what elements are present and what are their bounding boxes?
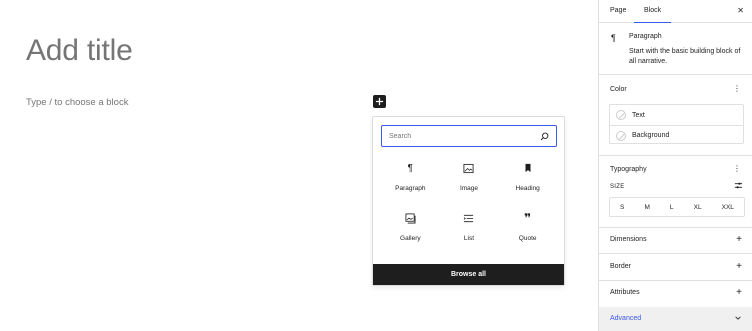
plus-icon[interactable]: + (736, 235, 742, 245)
divider (599, 74, 752, 75)
plus-icon[interactable]: + (736, 288, 742, 298)
sidebar-tabs: Page Block ✕ (599, 0, 752, 23)
panel-title: Dimensions (610, 236, 647, 243)
block-card-title: Paragraph (629, 33, 662, 40)
empty-swatch-icon (616, 130, 626, 141)
gallery-icon (404, 212, 416, 224)
size-option-m[interactable]: M (644, 204, 649, 211)
empty-swatch-icon (616, 110, 626, 120)
block-label: Image (459, 185, 479, 192)
close-icon[interactable]: ✕ (737, 6, 744, 15)
block-item-image[interactable]: Image (440, 162, 499, 196)
divider (599, 253, 752, 254)
divider (599, 155, 752, 156)
tab-page[interactable]: Page (610, 7, 626, 14)
image-icon (463, 162, 475, 174)
color-text-option[interactable]: Text (610, 105, 743, 125)
bookmark-icon (522, 162, 534, 174)
paragraph-icon: ¶ (611, 33, 616, 43)
block-item-paragraph[interactable]: ¶ Paragraph (381, 162, 440, 196)
block-inserter-toggle[interactable] (373, 95, 386, 108)
size-option-xxl[interactable]: XXL (722, 204, 734, 211)
browse-all-button[interactable]: Browse all (373, 264, 564, 285)
search-icon (540, 132, 549, 141)
more-options-icon[interactable]: ⋮ (733, 165, 741, 173)
panel-title: Border (610, 263, 632, 270)
block-label: Gallery (400, 235, 421, 242)
block-item-heading[interactable]: Heading (498, 162, 557, 196)
panel-title: Attributes (610, 289, 640, 296)
font-size-picker: S M L XL XXL (609, 197, 745, 217)
search-input[interactable] (389, 126, 540, 146)
plus-icon[interactable]: + (736, 262, 742, 272)
custom-size-icon[interactable] (734, 181, 743, 192)
block-item-list[interactable]: List (440, 212, 499, 246)
block-label: List (463, 235, 475, 242)
list-icon (463, 212, 475, 224)
paragraph-icon: ¶ (407, 162, 414, 174)
panel-advanced[interactable]: Advanced (599, 307, 752, 331)
font-size-label: SIZE (610, 184, 625, 190)
block-inserter-popover: ¶ Paragraph Image Heading Gallery (372, 116, 565, 286)
size-option-xl[interactable]: XL (694, 204, 702, 211)
paragraph-placeholder[interactable]: Type / to choose a block (26, 97, 128, 108)
settings-sidebar: Page Block ✕ ¶ Paragraph Start with the … (598, 0, 752, 331)
quote-icon: ❞ (524, 211, 532, 225)
color-option-label: Background (632, 132, 670, 139)
post-title-placeholder[interactable]: Add title (26, 34, 133, 68)
size-option-l[interactable]: L (670, 204, 674, 211)
panel-title: Advanced (610, 315, 642, 322)
block-card-description: Start with the basic building block of a… (629, 48, 741, 65)
block-item-quote[interactable]: ❞ Quote (498, 211, 557, 246)
typography-panel-title: Typography (610, 166, 647, 173)
block-grid: ¶ Paragraph Image Heading Gallery List ❞… (381, 162, 557, 246)
tab-block[interactable]: Block (644, 7, 661, 14)
color-panel-title: Color (610, 86, 627, 93)
editor-canvas: Add title Type / to choose a block ¶ Par… (0, 0, 598, 331)
divider (599, 227, 752, 228)
block-item-gallery[interactable]: Gallery (381, 212, 440, 246)
block-label: Quote (518, 235, 537, 242)
more-options-icon[interactable]: ⋮ (733, 85, 741, 93)
active-tab-indicator (634, 21, 671, 23)
color-option-label: Text (632, 111, 645, 119)
color-background-option[interactable]: Background (610, 125, 743, 145)
block-label: Paragraph (395, 185, 426, 192)
size-option-s[interactable]: S (620, 204, 624, 211)
block-label: Heading (515, 185, 540, 192)
color-options: Text Background (609, 104, 744, 144)
inserter-search[interactable] (381, 125, 557, 147)
chevron-down-icon (734, 314, 742, 324)
divider (599, 280, 752, 281)
plus-icon (375, 97, 384, 106)
